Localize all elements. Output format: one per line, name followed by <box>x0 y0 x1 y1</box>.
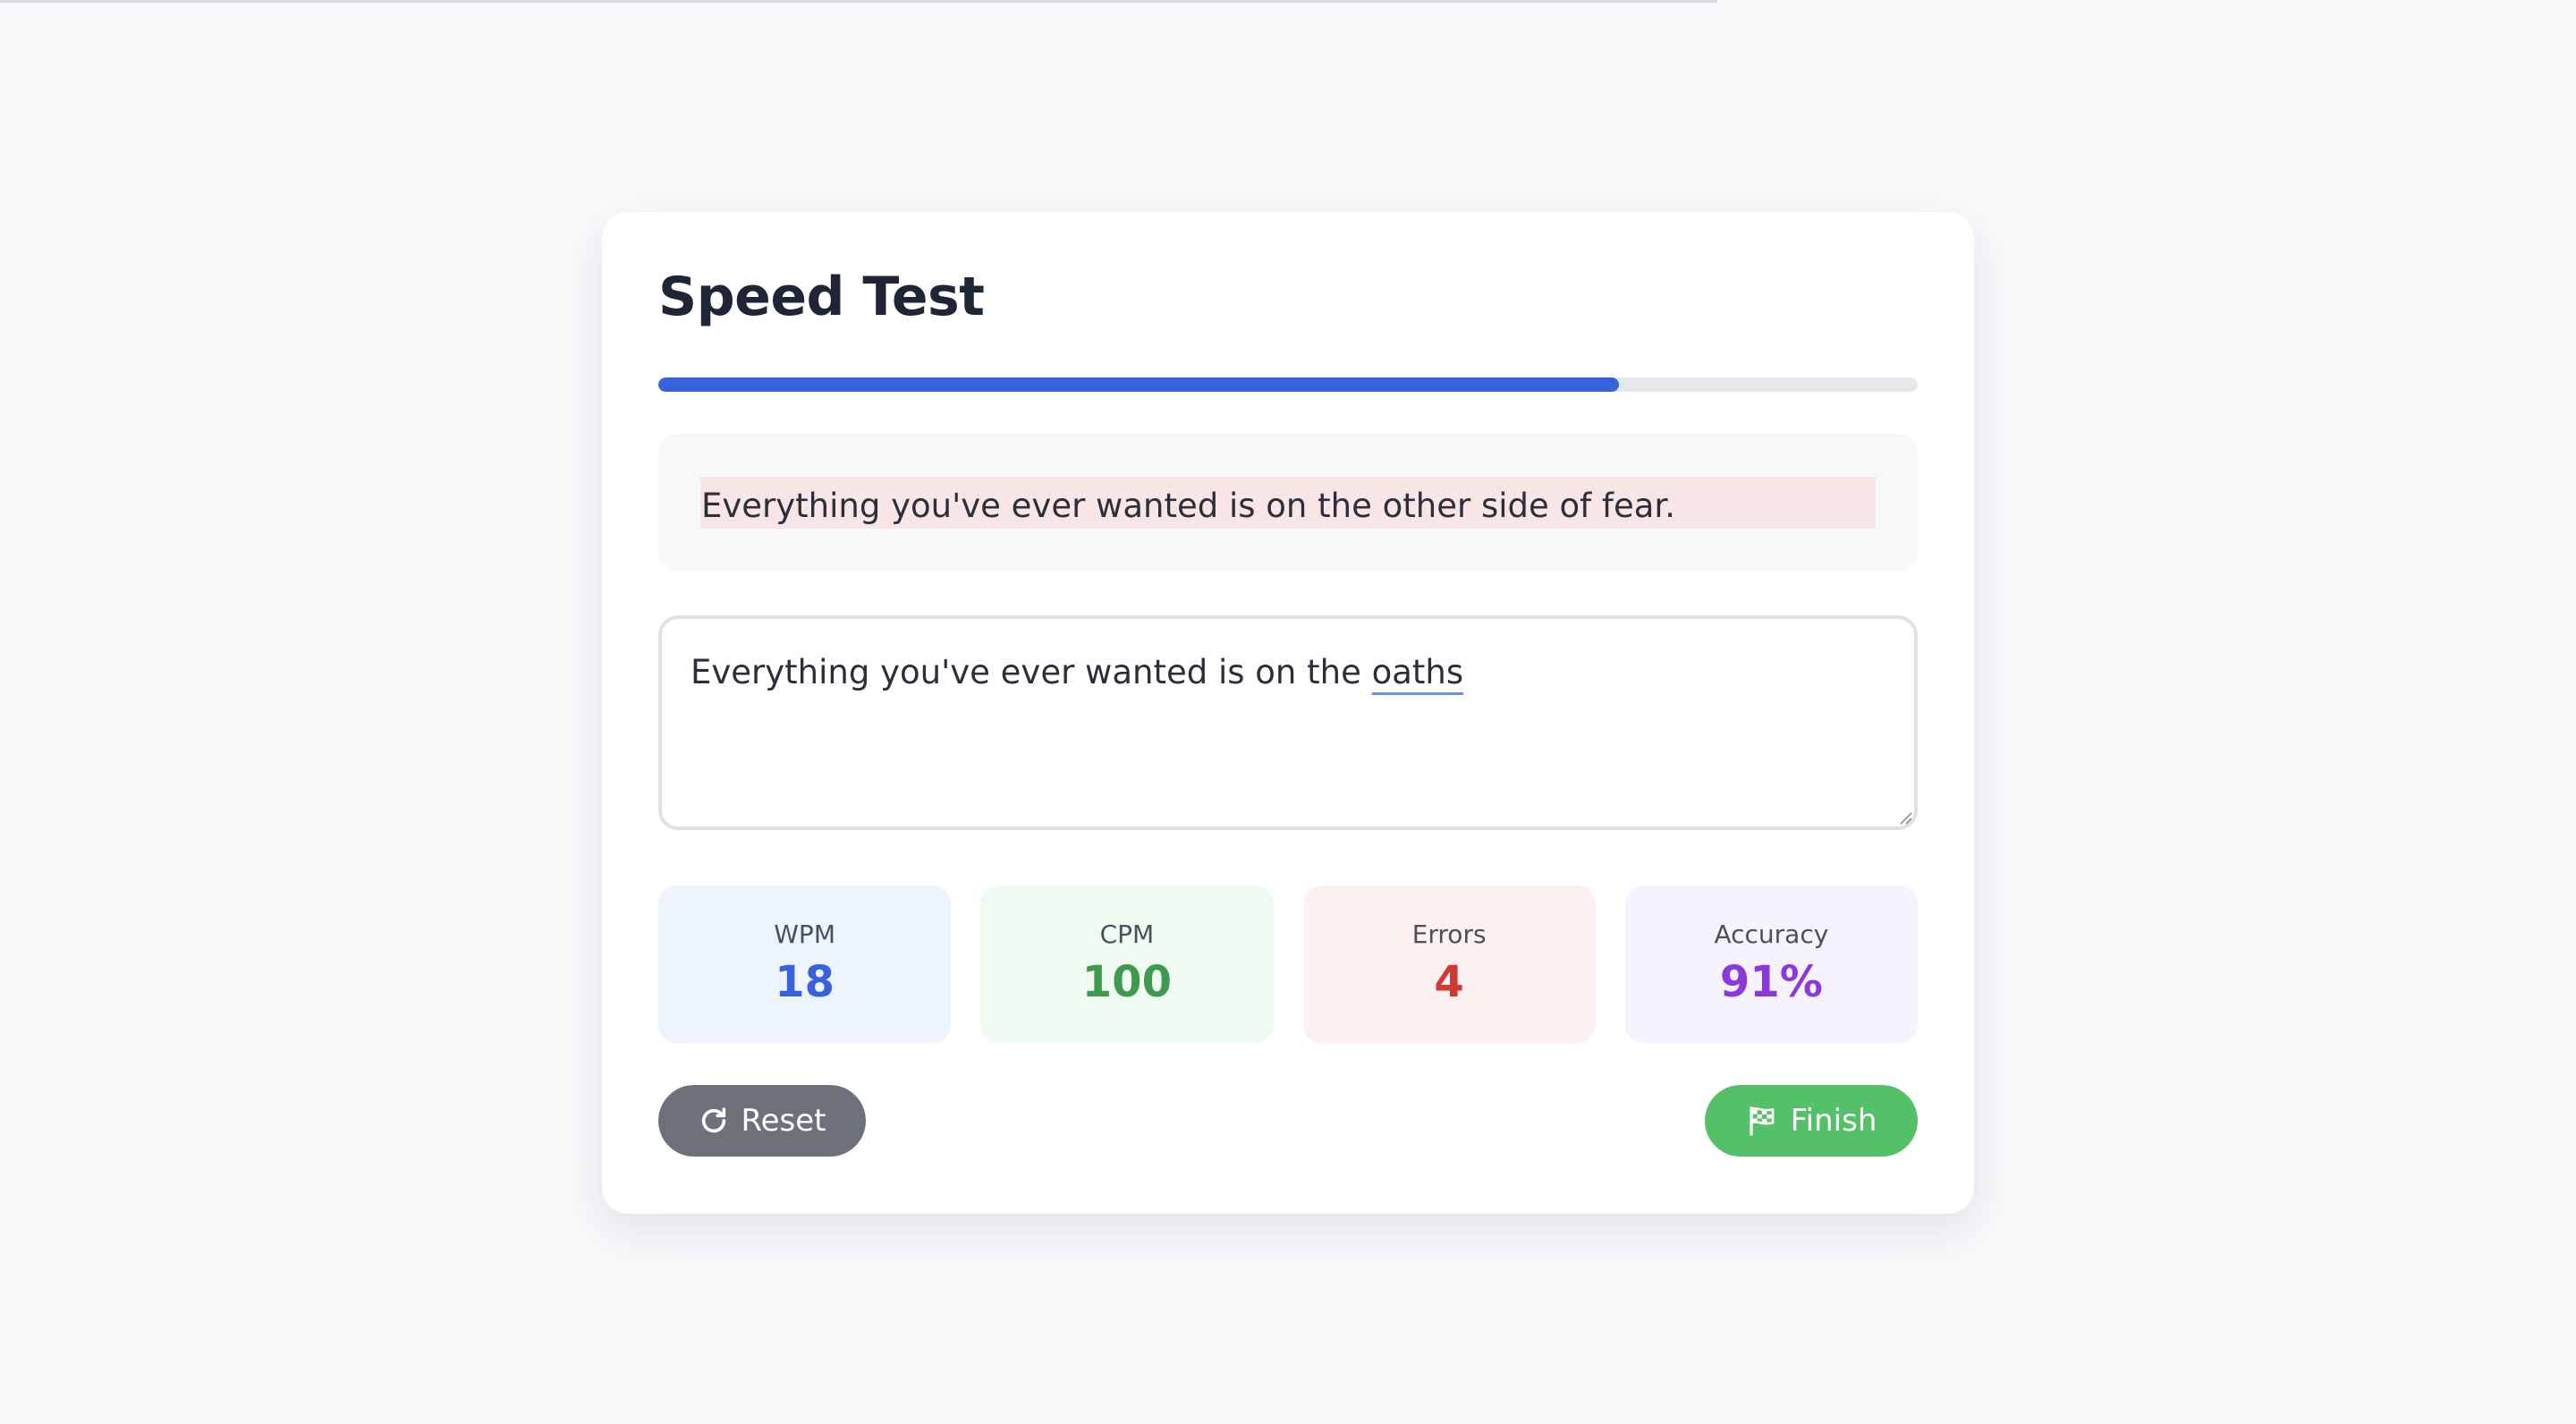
page-title: Speed Test <box>658 266 985 328</box>
stat-label: CPM <box>1099 920 1155 949</box>
finish-button-label: Finish <box>1790 1103 1877 1139</box>
stat-label: WPM <box>774 920 835 949</box>
resize-grip-icon[interactable] <box>1898 810 1912 825</box>
stat-errors: Errors 4 <box>1302 886 1596 1043</box>
stats-row: WPM 18 CPM 100 Errors 4 Accuracy 91% <box>658 886 1918 1043</box>
stat-value: 4 <box>1434 957 1464 1007</box>
reset-button-label: Reset <box>741 1103 826 1139</box>
rotate-cw-icon <box>701 1107 725 1133</box>
progress-bar <box>658 377 1918 392</box>
stat-value: 91% <box>1719 957 1823 1007</box>
stat-wpm: WPM 18 <box>658 886 952 1043</box>
stat-label: Accuracy <box>1714 920 1829 949</box>
stat-accuracy: Accuracy 91% <box>1624 886 1918 1043</box>
finish-button[interactable]: Finish <box>1705 1085 1918 1157</box>
typing-input[interactable]: Everything you've ever wanted is on the … <box>658 615 1918 830</box>
stat-value: 100 <box>1081 957 1172 1007</box>
checkered-flag-icon <box>1749 1106 1774 1136</box>
typed-text-prefix: Everything you've ever wanted is on the <box>691 653 1372 691</box>
top-border <box>0 0 1717 3</box>
stat-label: Errors <box>1411 920 1487 949</box>
speed-test-card: Speed Test Everything you've ever wanted… <box>602 212 1974 1214</box>
prompt-panel: Everything you've ever wanted is on the … <box>658 434 1918 572</box>
prompt-text: Everything you've ever wanted is on the … <box>701 487 1675 525</box>
progress-fill <box>658 377 1620 392</box>
stat-value: 18 <box>775 957 835 1007</box>
stat-cpm: CPM 100 <box>980 886 1274 1043</box>
reset-button[interactable]: Reset <box>658 1085 866 1157</box>
typed-text[interactable]: Everything you've ever wanted is on the … <box>691 653 1463 691</box>
misspelled-word[interactable]: oaths <box>1372 653 1464 691</box>
